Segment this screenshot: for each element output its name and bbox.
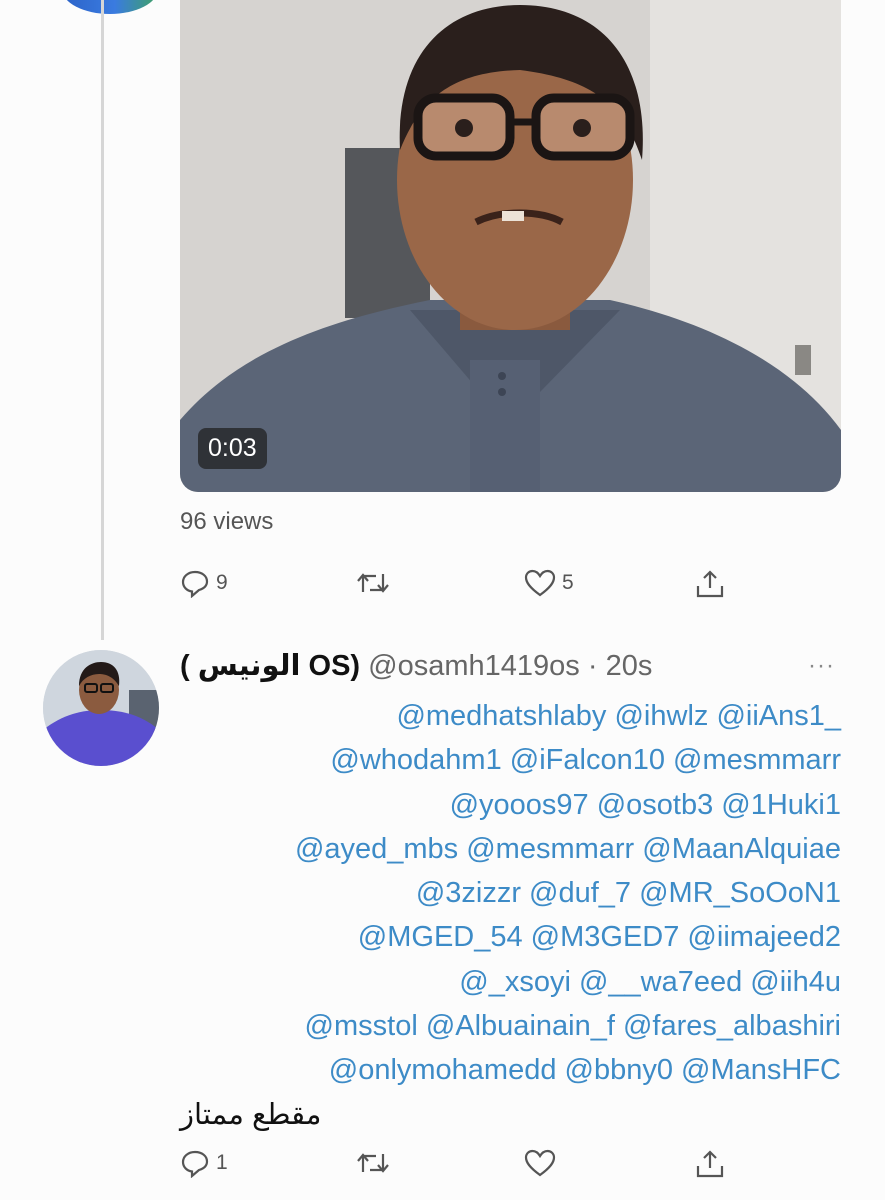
user-avatar[interactable]	[43, 650, 159, 766]
tweet-time[interactable]: 20s	[606, 650, 653, 682]
time-separator: ·	[587, 650, 598, 682]
previous-avatar-edge[interactable]	[62, 0, 158, 14]
views-count: 96 views	[180, 508, 274, 535]
reply-button[interactable]: 9	[180, 568, 228, 598]
retweet-icon	[357, 573, 389, 593]
heart-icon	[524, 1149, 556, 1177]
tweet-header: ( الونيس OS) @osamh1419os · 20s	[180, 648, 652, 683]
share-button[interactable]	[694, 568, 726, 600]
reply-icon	[181, 1150, 209, 1178]
mention-line[interactable]: @whodahm1 @iFalcon10 @mesmmarr	[180, 738, 841, 782]
video-duration-badge: 0:03	[198, 428, 267, 469]
share-icon	[696, 1150, 724, 1178]
heart-icon	[524, 569, 556, 597]
share-icon	[696, 570, 724, 598]
retweet-button[interactable]	[356, 1148, 396, 1178]
avatar-photo	[43, 650, 159, 766]
tweet-actions-bar: 9 5	[180, 568, 740, 608]
mention-line[interactable]: @medhatshlaby @ihwlz @iiAns1_	[180, 694, 841, 738]
video-frame	[180, 0, 841, 492]
reply-count: 1	[216, 1151, 228, 1174]
reply-actions-bar: 1	[180, 1148, 740, 1188]
more-options-button[interactable]: ···	[808, 652, 835, 680]
like-button[interactable]: 5	[524, 568, 574, 598]
reply-count: 9	[216, 571, 228, 594]
reply-button[interactable]: 1	[180, 1148, 228, 1178]
tweet-body: @medhatshlaby @ihwlz @iiAns1_ @whodahm1 …	[180, 694, 841, 1137]
display-name[interactable]: ( الونيس OS)	[180, 650, 360, 682]
retweet-button[interactable]	[356, 568, 396, 598]
thread-connector-line	[101, 0, 104, 640]
video-player[interactable]	[180, 0, 841, 492]
mention-line[interactable]: @yooos97 @osotb3 @1Huki1	[180, 783, 841, 827]
like-button[interactable]	[524, 1148, 562, 1178]
mention-line[interactable]: @MGED_54 @M3GED7 @iimajeed2	[180, 915, 841, 959]
mention-line[interactable]: @onlymohamedd @bbny0 @MansHFC	[180, 1048, 841, 1092]
share-button[interactable]	[694, 1148, 726, 1180]
mention-line[interactable]: @msstol @Albuainain_f @fares_albashiri	[180, 1004, 841, 1048]
tweet-text: مقطع ممتاز	[180, 1098, 322, 1131]
mention-line[interactable]: @_xsoyi @__wa7eed @iih4u	[180, 960, 841, 1004]
like-count: 5	[562, 571, 574, 594]
user-handle[interactable]: @osamh1419os	[368, 650, 580, 682]
retweet-icon	[357, 1153, 389, 1173]
mention-line[interactable]: @ayed_mbs @mesmmarr @MaanAlquiae	[180, 827, 841, 871]
mention-line[interactable]: @3zizzr @duf_7 @MR_SoOoN1	[180, 871, 841, 915]
reply-icon	[181, 570, 209, 598]
